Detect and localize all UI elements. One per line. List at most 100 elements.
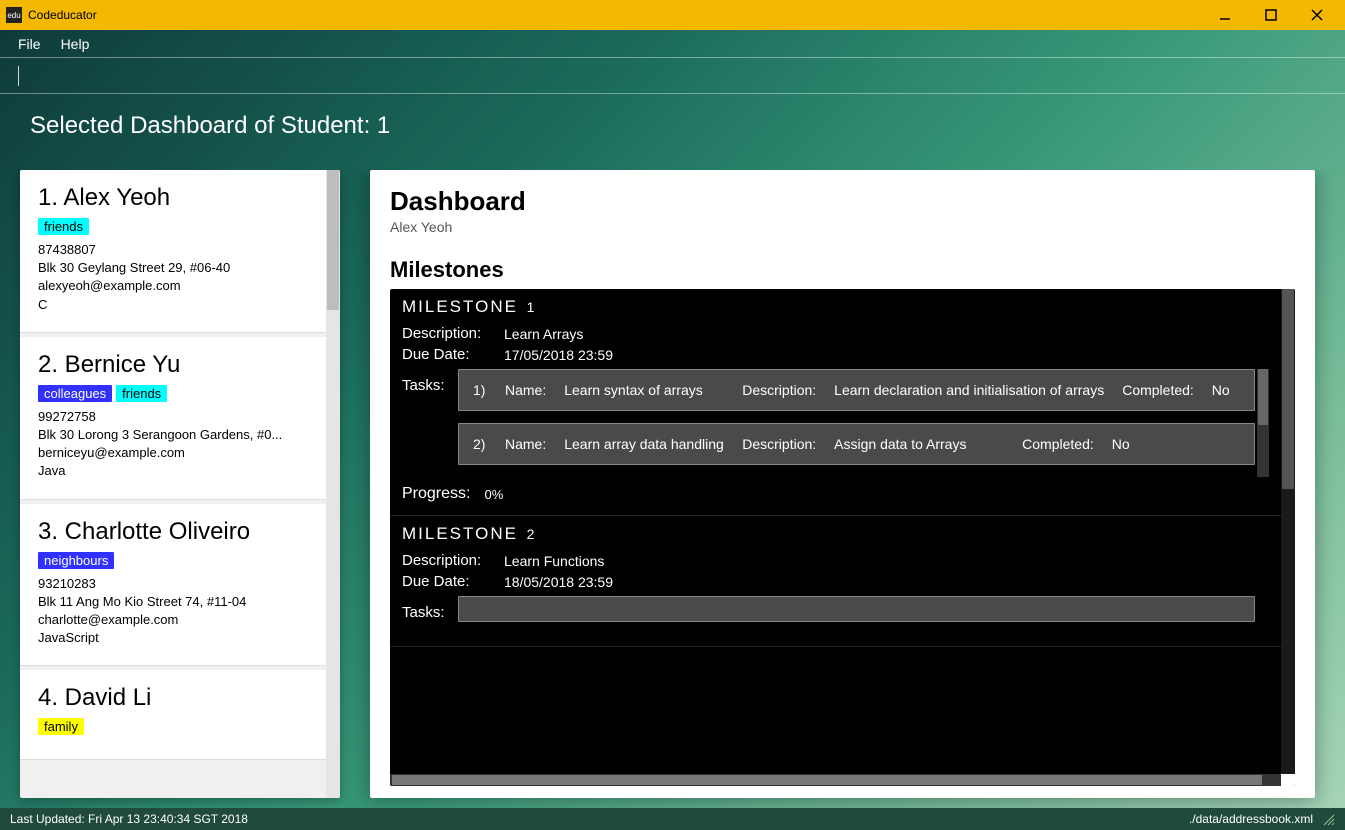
student-phone: 87438807 — [38, 241, 308, 259]
task-row — [458, 596, 1255, 622]
student-phone: 99272758 — [38, 408, 308, 426]
student-phone: 93210283 — [38, 575, 308, 593]
tasks-label: Tasks: — [402, 369, 448, 477]
student-email: alexyeoh@example.com — [38, 277, 308, 295]
text-cursor — [18, 66, 19, 86]
window-controls — [1213, 3, 1339, 27]
student-name: 4. David Li — [38, 684, 308, 712]
due-date-value: 18/05/2018 23:59 — [504, 574, 613, 590]
task-row: 2) Name: Learn array data handling Descript… — [458, 423, 1255, 465]
task-completed-value: No — [1212, 382, 1230, 398]
scrollbar-vertical[interactable] — [326, 170, 340, 798]
dashboard-panel: Dashboard Alex Yeoh Milestones MILESTONE… — [370, 170, 1315, 798]
tag-friends: friends — [116, 385, 167, 402]
task-desc-label: Description: — [742, 436, 816, 452]
task-name-label: Name: — [505, 382, 546, 398]
status-right: ./data/addressbook.xml — [1189, 812, 1335, 826]
milestone-area: MILESTONE 1 Description: Learn Arrays Due D… — [390, 289, 1295, 786]
scrollbar-corner — [1281, 774, 1295, 786]
tag-row: colleaguesfriends — [38, 385, 308, 402]
task-completed-label: Completed: — [1022, 436, 1094, 452]
student-name: 2. Bernice Yu — [38, 351, 308, 379]
menubar: File Help — [0, 30, 1345, 58]
content-row: 1. Alex Yeoh friends 87438807Blk 30 Geylan… — [0, 170, 1345, 808]
student-sidebar: 1. Alex Yeoh friends 87438807Blk 30 Geylan… — [20, 170, 340, 798]
tag-colleagues: colleagues — [38, 385, 112, 402]
due-date-label: Due Date: — [402, 573, 492, 590]
milestones-heading: Milestones — [390, 257, 1295, 283]
tasks-label: Tasks: — [402, 596, 448, 634]
milestone-list: MILESTONE 1 Description: Learn Arrays Due D… — [390, 289, 1281, 774]
progress-value: 0% — [484, 487, 503, 502]
task-list: 1) Name: Learn syntax of arrays Description… — [458, 369, 1269, 477]
milestone-scrollbar-thumb-horizontal[interactable] — [392, 775, 1262, 785]
tag-friends: friends — [38, 218, 89, 235]
window-title: Codeducator — [28, 8, 1213, 22]
description-label: Description: — [402, 325, 492, 342]
student-address: Blk 11 Ang Mo Kio Street 74, #11-04 — [38, 593, 308, 611]
student-name: 1. Alex Yeoh — [38, 184, 308, 212]
menu-file[interactable]: File — [18, 36, 41, 52]
due-date-value: 17/05/2018 23:59 — [504, 347, 613, 363]
tag-row: friends — [38, 218, 308, 235]
milestone-scrollbar-vertical[interactable] — [1281, 289, 1295, 786]
student-address: Blk 30 Lorong 3 Serangoon Gardens, #0... — [38, 426, 308, 444]
window-titlebar: edu Codeducator — [0, 0, 1345, 30]
milestone-title: MILESTONE 2 — [402, 524, 1269, 544]
student-address: Blk 30 Geylang Street 29, #06-40 — [38, 259, 308, 277]
app-icon: edu — [6, 7, 22, 23]
task-area: Tasks: 1) Name: Learn syntax of arrays Descr… — [402, 369, 1269, 477]
status-filepath: ./data/addressbook.xml — [1189, 812, 1313, 826]
task-name-label: Name: — [505, 436, 546, 452]
task-list — [458, 596, 1269, 634]
milestone-title: MILESTONE 1 — [402, 297, 1269, 317]
tag-row: family — [38, 718, 308, 735]
maximize-button[interactable] — [1259, 3, 1283, 27]
task-index: 1) — [473, 382, 487, 398]
student-card[interactable]: 1. Alex Yeoh friends 87438807Blk 30 Geylan… — [20, 170, 326, 333]
student-email: berniceyu@example.com — [38, 444, 308, 462]
close-button[interactable] — [1305, 3, 1329, 27]
menu-help[interactable]: Help — [61, 36, 90, 52]
student-language: C — [38, 296, 308, 314]
dashboard-title: Dashboard — [390, 186, 1295, 217]
task-completed-value: No — [1112, 436, 1130, 452]
status-last-updated: Last Updated: Fri Apr 13 23:40:34 SGT 20… — [10, 812, 248, 826]
tag-family: family — [38, 718, 84, 735]
scrollbar-thumb[interactable] — [327, 170, 339, 310]
command-bar[interactable] — [0, 58, 1345, 94]
task-index: 2) — [473, 436, 487, 452]
student-list-viewport: 1. Alex Yeoh friends 87438807Blk 30 Geylan… — [20, 170, 340, 798]
description-label: Description: — [402, 552, 492, 569]
student-list: 1. Alex Yeoh friends 87438807Blk 30 Geylan… — [20, 170, 326, 764]
due-date-label: Due Date: — [402, 346, 492, 363]
student-name: 3. Charlotte Oliveiro — [38, 518, 308, 546]
milestone-scrollbar-thumb-vertical[interactable] — [1282, 289, 1294, 489]
task-name-value: Learn array data handling — [564, 436, 724, 452]
student-card[interactable]: 4. David Li family — [20, 670, 326, 760]
tag-row: neighbours — [38, 552, 308, 569]
task-area: Tasks: — [402, 596, 1269, 634]
student-email: charlotte@example.com — [38, 611, 308, 629]
task-row: 1) Name: Learn syntax of arrays Description… — [458, 369, 1255, 411]
milestone-scrollbar-horizontal[interactable] — [390, 774, 1281, 786]
task-scrollbar-thumb[interactable] — [1258, 369, 1268, 425]
milestone: MILESTONE 2 Description: Learn Functions Du… — [390, 516, 1281, 647]
task-name-value: Learn syntax of arrays — [564, 382, 724, 398]
resize-grip-icon[interactable] — [1321, 812, 1335, 826]
task-desc-value: Assign data to Arrays — [834, 436, 1004, 452]
milestone: MILESTONE 1 Description: Learn Arrays Due D… — [390, 289, 1281, 516]
student-card[interactable]: 2. Bernice Yu colleaguesfriends 99272758Bl… — [20, 337, 326, 500]
statusbar: Last Updated: Fri Apr 13 23:40:34 SGT 20… — [0, 808, 1345, 830]
progress-label: Progress: — [402, 485, 470, 503]
minimize-button[interactable] — [1213, 3, 1237, 27]
dashboard-student-name: Alex Yeoh — [390, 219, 1295, 235]
description-value: Learn Functions — [504, 553, 604, 569]
task-scrollbar-vertical[interactable] — [1257, 369, 1269, 477]
student-language: JavaScript — [38, 629, 308, 647]
student-card[interactable]: 3. Charlotte Oliveiro neighbours 93210283B… — [20, 504, 326, 667]
task-desc-label: Description: — [742, 382, 816, 398]
page-header: Selected Dashboard of Student: 1 — [0, 94, 1345, 170]
tag-neighbours: neighbours — [38, 552, 114, 569]
description-value: Learn Arrays — [504, 326, 583, 342]
